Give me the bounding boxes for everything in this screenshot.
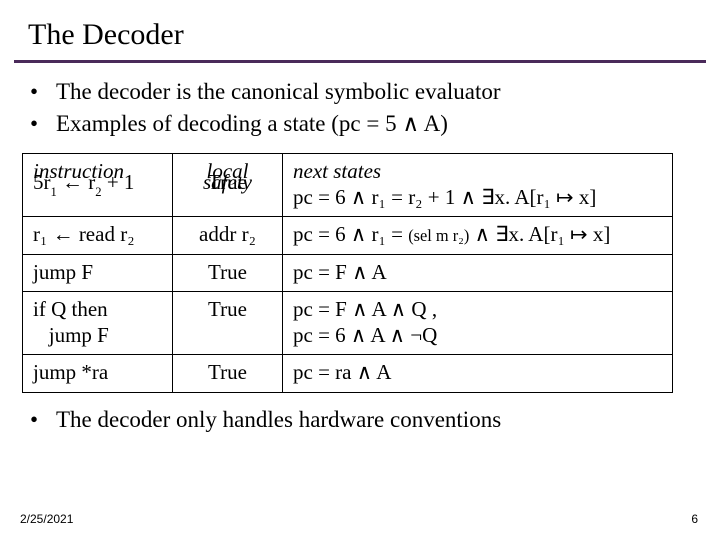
cell-instruction: jump F — [23, 254, 173, 291]
bullet-dot: • — [30, 77, 56, 107]
cell-safety: True — [173, 291, 283, 355]
bullet-dot: • — [30, 405, 56, 435]
cell-next-states: pc = F ∧ A — [283, 254, 673, 291]
cell-instruction: if Q then jump F — [23, 291, 173, 355]
cell-safety: True — [173, 355, 283, 392]
cell-safety: True — [173, 254, 283, 291]
bullet-dot: • — [30, 109, 56, 139]
page-number: 6 — [691, 512, 698, 526]
bullet-text: The decoder only handles hardware conven… — [56, 405, 501, 435]
bullet-text: The decoder is the canonical symbolic ev… — [56, 77, 501, 107]
row1-instruction: 5r1 ← r2 + 1 — [33, 169, 134, 199]
cell-safety: addr r₂ — [173, 217, 283, 254]
cell-next-states: pc = 6 ∧ r₁ = (sel m r₂) ∧ ∃x. A[r₁ ↦ x] — [283, 217, 673, 254]
cell-next-states: pc = ra ∧ A — [283, 355, 673, 392]
cell-instruction: jump *ra — [23, 355, 173, 392]
table-row: r₁ ← read r₂ addr r₂ pc = 6 ∧ r₁ = (sel … — [23, 217, 673, 254]
cell-next-states: pc = F ∧ A ∧ Q , pc = 6 ∧ A ∧ ¬Q — [283, 291, 673, 355]
col-header-next-states: next states — [293, 159, 381, 183]
footer-date: 2/25/2021 — [20, 512, 73, 526]
table-row: jump *ra True pc = ra ∧ A — [23, 355, 673, 392]
row1-next-states: pc = 6 ∧ r₁ = r₂ + 1 ∧ ∃x. A[r₁ ↦ x] — [293, 184, 662, 210]
cell-instruction: r₁ ← read r₂ — [23, 217, 173, 254]
table-row: if Q then jump F True pc = F ∧ A ∧ Q , p… — [23, 291, 673, 355]
table-row: instruction 5r1 ← r2 + 1 local safety Tr… — [23, 153, 673, 217]
bullet-text: Examples of decoding a state (pc = 5 ∧ A… — [56, 109, 448, 139]
slide-title: The Decoder — [0, 0, 720, 60]
table-row: jump F True pc = F ∧ A — [23, 254, 673, 291]
decoder-table: instruction 5r1 ← r2 + 1 local safety Tr… — [22, 153, 673, 393]
bottom-bullets: • The decoder only handles hardware conv… — [0, 393, 720, 445]
top-bullets: • The decoder is the canonical symbolic … — [0, 77, 720, 149]
title-rule — [14, 60, 706, 63]
